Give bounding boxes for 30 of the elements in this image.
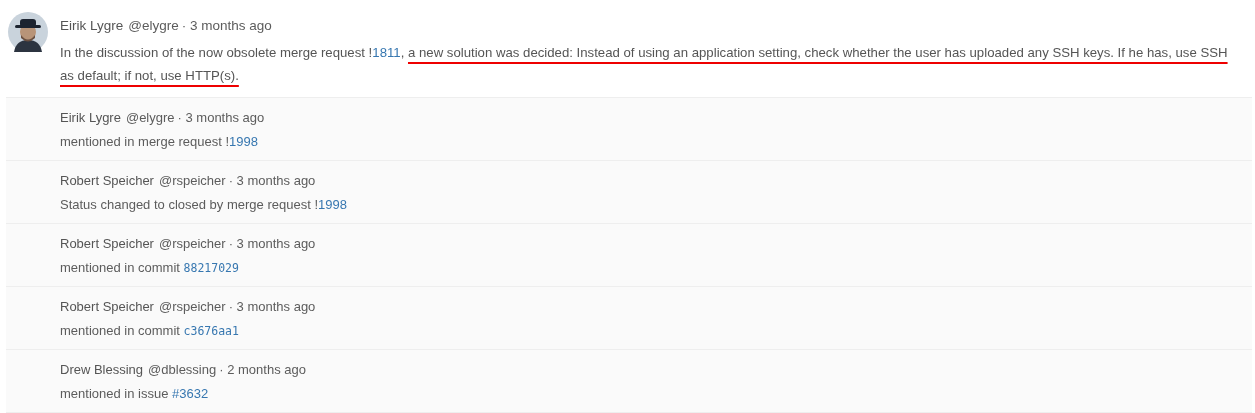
event-text: mentioned in issue #3632: [60, 385, 210, 403]
timestamp: · 3 months ago: [228, 236, 316, 251]
event-text: mentioned in commit 88217029: [60, 259, 240, 277]
author-name[interactable]: Eirik Lygre: [60, 18, 124, 33]
timestamp: · 3 months ago: [228, 173, 316, 188]
timestamp: · 2 months ago: [219, 362, 306, 377]
reference-link[interactable]: 1998: [318, 197, 347, 212]
author-handle[interactable]: @rspeicher: [158, 299, 226, 314]
reference-link[interactable]: 1998: [229, 134, 259, 149]
author-name[interactable]: Drew Blessing: [60, 362, 144, 377]
reference-link[interactable]: #3632: [172, 386, 209, 401]
author-handle[interactable]: @elygre: [128, 18, 179, 33]
author-name[interactable]: Eirik Lygre: [60, 110, 121, 125]
merge-request-link[interactable]: 1811: [372, 45, 401, 60]
timestamp: · 3 months ago: [181, 18, 272, 33]
author-handle[interactable]: @rspeicher: [158, 236, 226, 251]
author-handle[interactable]: @rspeicher: [158, 173, 226, 188]
author-name[interactable]: Robert Speicher: [60, 299, 154, 314]
timestamp: · 3 months ago: [228, 299, 316, 314]
reference-link[interactable]: c3676aa1: [183, 324, 239, 338]
author-name[interactable]: Robert Speicher: [60, 236, 154, 251]
reference-link[interactable]: 88217029: [183, 261, 239, 275]
event-text: Status changed to closed by merge request !1998: [60, 196, 348, 214]
event-text: mentioned in merge request !1998: [60, 133, 260, 151]
event-text: mentioned in commit c3676aa1: [60, 322, 240, 340]
comment-text: In the discussion of the now obsolete merge request !1811, a new solution was decided: Instead of using an application setting, check whether the user has uploaded any SSH keys. If he has, use SSH as default; if not, use HTTP(s).: [60, 44, 1229, 85]
timestamp: · 3 months ago: [177, 110, 265, 125]
author-handle[interactable]: @dblessing: [148, 362, 217, 377]
author-handle[interactable]: @elygre: [125, 110, 175, 125]
author-name[interactable]: Robert Speicher: [60, 173, 154, 188]
